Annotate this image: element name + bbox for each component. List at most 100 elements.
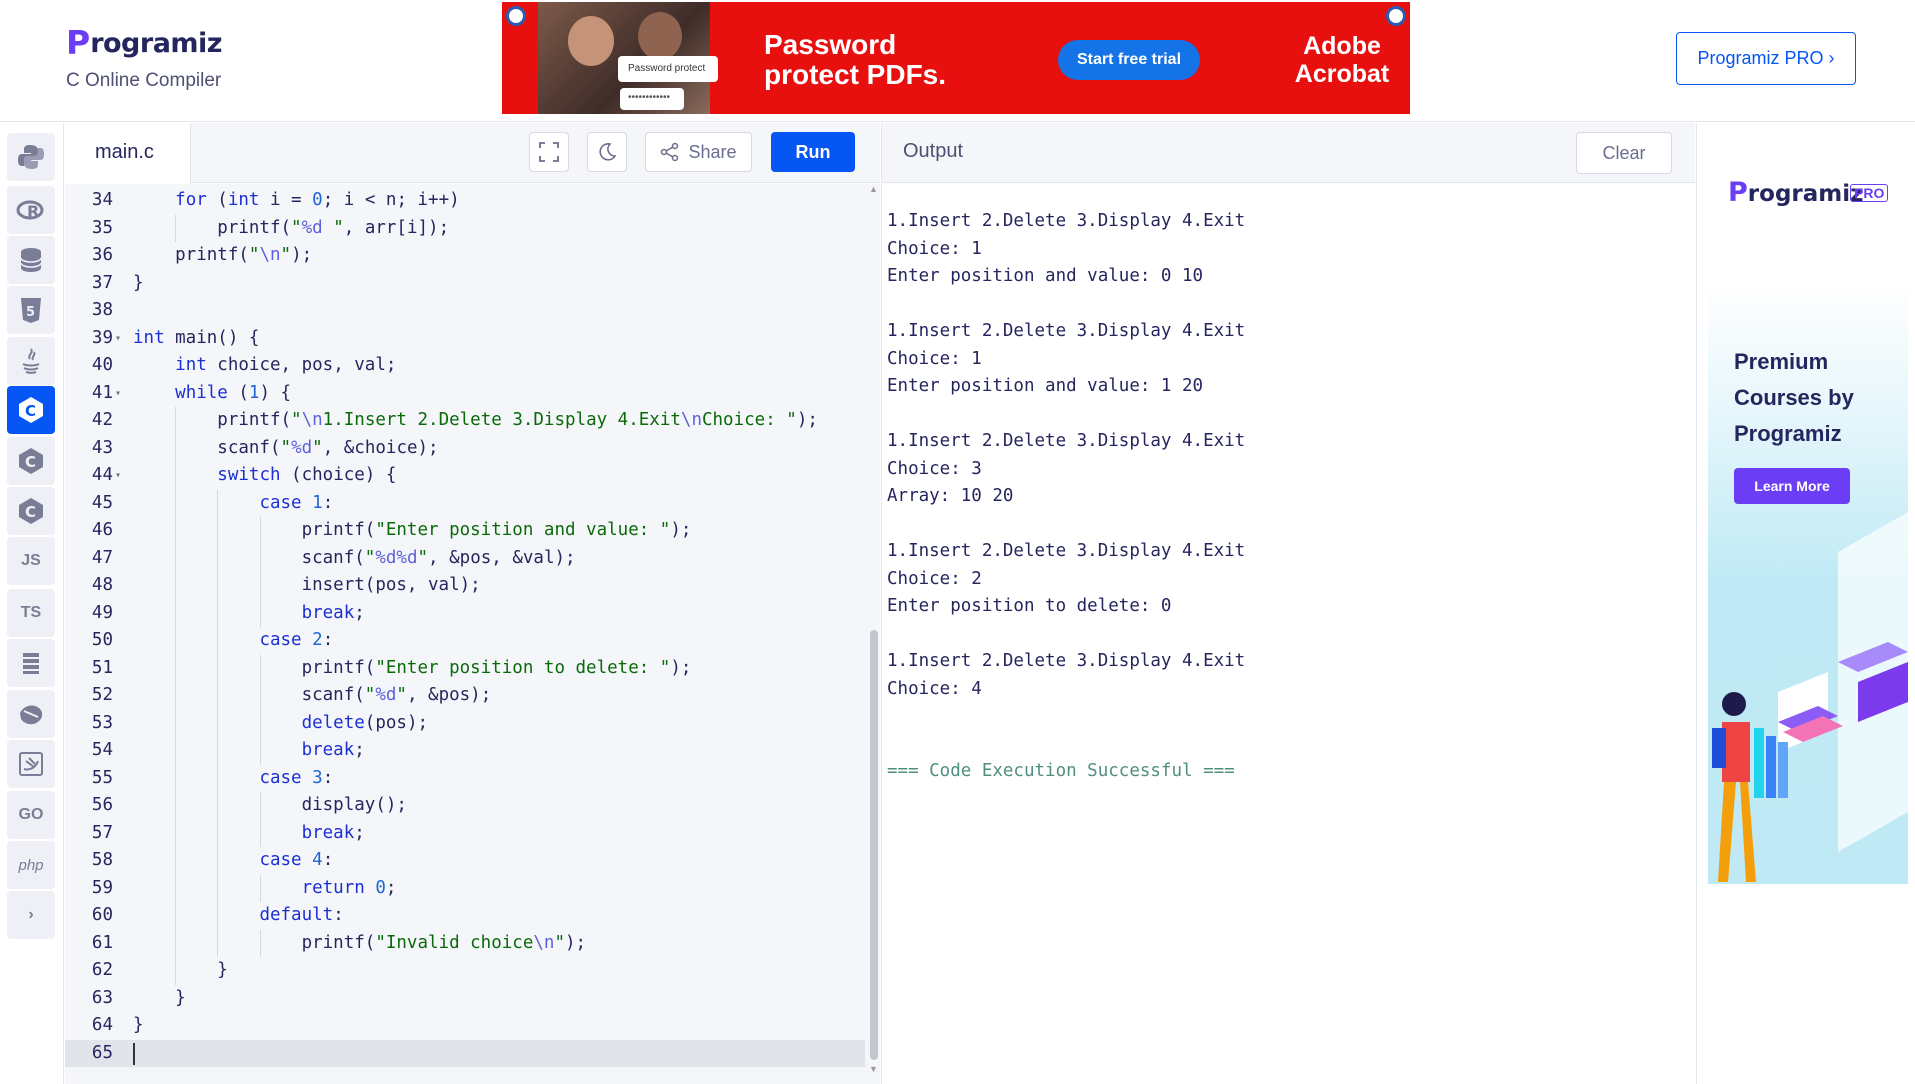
cpp-icon[interactable]: C	[7, 437, 55, 485]
c-language-icon[interactable]: C	[7, 386, 55, 434]
code-text: }	[133, 1015, 144, 1035]
code-lines[interactable]: 34 for (int i = 0; i < n; i++) 35 printf(…	[65, 187, 865, 1067]
swift-icon[interactable]	[7, 740, 55, 788]
code-line[interactable]: 43 scanf("%d", &choice);	[65, 434, 865, 462]
go-icon[interactable]: GO	[7, 791, 55, 839]
line-number: 54	[91, 740, 113, 760]
code-line[interactable]: 64}	[65, 1012, 865, 1040]
csharp-icon[interactable]: C	[7, 487, 55, 535]
r-language-icon[interactable]: R	[7, 186, 55, 234]
line-number: 43	[91, 437, 113, 458]
code-line[interactable]: 50 case 2:	[65, 627, 865, 655]
run-button[interactable]: Run	[771, 132, 855, 172]
line-number: 42	[91, 410, 113, 430]
code-text: insert(pos, val);	[133, 575, 481, 595]
line-number: 44	[91, 465, 113, 485]
file-tab-main-c[interactable]: main.c	[65, 123, 191, 184]
share-icon	[661, 142, 679, 162]
programiz-pro-ad[interactable]: Programiz PRO Premium Courses by Program…	[1708, 132, 1908, 884]
line-number: 36	[91, 245, 113, 265]
code-line[interactable]: 38	[65, 297, 865, 325]
code-line[interactable]: 36 printf("\n");	[65, 242, 865, 270]
code-line[interactable]: 49 break;	[65, 599, 865, 627]
code-line[interactable]: 42 printf("\n1.Insert 2.Delete 3.Display…	[65, 407, 865, 435]
code-line[interactable]: 62 }	[65, 957, 865, 985]
code-text: printf("Invalid choice\n");	[133, 932, 587, 953]
code-editor[interactable]: 34 for (int i = 0; i < n; i++) 35 printf(…	[65, 184, 880, 1084]
code-text: printf("Enter position and value: ");	[133, 520, 692, 540]
code-line[interactable]: 60 default:	[65, 902, 865, 930]
code-line[interactable]: 52 scanf("%d", &pos);	[65, 682, 865, 710]
ad-start-trial-button[interactable]: Start free trial	[1058, 40, 1200, 80]
line-number: 56	[91, 795, 113, 815]
code-line[interactable]: 45 case 1:	[65, 489, 865, 517]
programiz-logo[interactable]: Programiz	[66, 26, 223, 59]
code-text: scanf("%d", &pos);	[133, 685, 492, 705]
code-line[interactable]: 44 ▾ switch (choice) {	[65, 462, 865, 490]
code-line[interactable]: 58 case 4:	[65, 847, 865, 875]
code-line[interactable]: 48 insert(pos, val);	[65, 572, 865, 600]
fullscreen-icon[interactable]	[529, 132, 569, 172]
scroll-up-icon[interactable]: ▲	[869, 184, 878, 194]
line-number: 50	[91, 630, 113, 650]
ad-info-icon[interactable]	[1386, 6, 1406, 26]
output-line: Array: 10 20	[887, 486, 1014, 506]
line-number: 63	[91, 987, 113, 1008]
code-line[interactable]: 46 printf("Enter position and value: ");	[65, 517, 865, 545]
programiz-pro-button[interactable]: Programiz PRO ›	[1676, 32, 1856, 85]
java-icon[interactable]	[7, 337, 55, 385]
code-line[interactable]: 34 for (int i = 0; i < n; i++)	[65, 187, 865, 215]
code-line[interactable]: 65	[65, 1039, 865, 1067]
line-number: 60	[91, 905, 113, 925]
dark-mode-icon[interactable]	[587, 132, 627, 172]
fold-toggle-icon[interactable]: ▾	[115, 325, 121, 353]
fold-toggle-icon[interactable]: ▾	[115, 380, 121, 408]
sql-database-icon[interactable]	[7, 236, 55, 284]
code-text: case 2:	[259, 630, 334, 650]
code-line[interactable]: 35 printf("%d ", arr[i]);	[65, 214, 865, 242]
code-line[interactable]: 39 ▾ int main() {	[65, 325, 865, 353]
code-line[interactable]: 63 }	[65, 985, 865, 1013]
code-line[interactable]: 51 printf("Enter position to delete: ");	[65, 654, 865, 682]
python-icon[interactable]	[7, 133, 55, 181]
code-line[interactable]: 56 display();	[65, 792, 865, 820]
code-text: }	[133, 960, 228, 980]
code-text: }	[133, 272, 144, 293]
kotlin-icon[interactable]	[7, 690, 55, 738]
scrollbar-thumb[interactable]	[870, 630, 878, 1060]
line-number: 51	[91, 657, 113, 678]
code-text: int main() {	[133, 327, 260, 348]
more-languages-icon[interactable]: ›	[7, 891, 55, 939]
code-line[interactable]: 53 delete(pos);	[65, 709, 865, 737]
code-line[interactable]: 37}	[65, 270, 865, 298]
html5-icon[interactable]: 5	[7, 286, 55, 334]
javascript-icon[interactable]: JS	[7, 537, 55, 585]
fold-toggle-icon[interactable]: ▾	[115, 462, 121, 490]
code-line[interactable]: 40 int choice, pos, val;	[65, 352, 865, 380]
code-line[interactable]: 41 ▾ while (1) {	[65, 380, 865, 408]
clear-button[interactable]: Clear	[1576, 132, 1672, 174]
line-number: 57	[91, 822, 113, 843]
editor-scrollbar[interactable]: ▲ ▼	[868, 184, 880, 1084]
line-number: 41	[91, 382, 113, 403]
ad-choices-icon[interactable]	[506, 6, 526, 26]
language-sidebar: R 5 C C C JS TS GO php ›	[0, 123, 64, 1084]
code-line[interactable]: 54 break;	[65, 737, 865, 765]
stack-icon[interactable]	[7, 639, 55, 687]
share-button[interactable]: Share	[645, 132, 752, 172]
typescript-icon[interactable]: TS	[7, 589, 55, 637]
output-line: Enter position to delete: 0	[887, 596, 1172, 616]
code-line[interactable]: 57 break;	[65, 819, 865, 847]
scroll-down-icon[interactable]: ▼	[869, 1064, 878, 1074]
output-line: 1.Insert 2.Delete 3.Display 4.Exit	[887, 321, 1246, 341]
code-line[interactable]: 59 return 0;	[65, 874, 865, 902]
adobe-ad-banner[interactable]: Password protect •••••••••••• Password p…	[502, 2, 1410, 114]
svg-text:C: C	[25, 453, 36, 471]
code-line[interactable]: 61 printf("Invalid choice\n");	[65, 929, 865, 957]
line-number: 35	[91, 217, 113, 238]
code-line[interactable]: 47 scanf("%d%d", &pos, &val);	[65, 544, 865, 572]
output-line: Enter position and value: 0 10	[887, 266, 1204, 286]
code-line[interactable]: 55 case 3:	[65, 764, 865, 792]
php-icon[interactable]: php	[7, 841, 55, 889]
